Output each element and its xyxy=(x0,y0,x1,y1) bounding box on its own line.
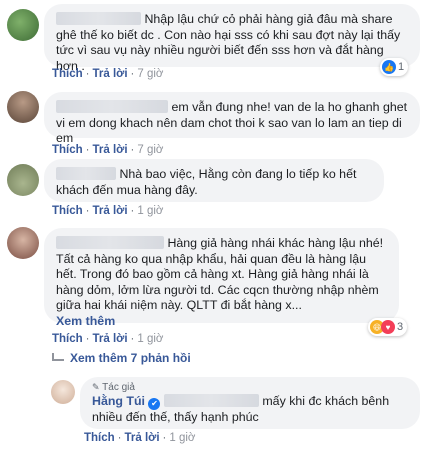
commenter-name[interactable] xyxy=(56,12,141,25)
like-link[interactable]: Thích xyxy=(52,68,83,80)
commenter-name[interactable] xyxy=(56,167,116,180)
comment-actions: Thích · Trả lời · 1 giờ xyxy=(52,333,164,345)
reply-actions: Thích · Trả lời · 1 giờ xyxy=(84,432,196,444)
reaction-count[interactable]: 😆 ♥ 3 xyxy=(368,318,408,336)
commenter-name[interactable] xyxy=(56,236,164,249)
reply-link[interactable]: Trả lời xyxy=(93,205,128,217)
comment-actions: Thích · Trả lời · 7 giờ xyxy=(52,144,164,156)
comment-bubble: Hàng giả hàng nhái khác hàng lậu nhé! Tấ… xyxy=(44,228,399,328)
view-more-replies[interactable]: Xem thêm 7 phản hồi xyxy=(52,351,191,365)
reply-link[interactable]: Trả lời xyxy=(93,68,128,80)
reaction-count[interactable]: 👍 1 xyxy=(380,58,409,76)
comment-bubble: em vẫn đung nhe! van de la ho ghanh ghet… xyxy=(44,92,420,145)
avatar[interactable] xyxy=(7,9,39,41)
like-link[interactable]: Thích xyxy=(84,432,115,444)
tagged-name[interactable] xyxy=(163,394,259,407)
like-link[interactable]: Thích xyxy=(52,205,83,217)
like-link[interactable]: Thích xyxy=(52,144,83,156)
author-badge: ✎ Tác giả xyxy=(92,382,135,393)
see-more-link[interactable]: Xem thêm xyxy=(56,314,387,330)
timestamp[interactable]: 1 giờ xyxy=(137,205,163,217)
timestamp[interactable]: 1 giờ xyxy=(169,432,195,444)
author-name[interactable]: Hằng Túi xyxy=(92,394,145,408)
reply-link[interactable]: Trả lời xyxy=(93,333,128,345)
reply-link[interactable]: Trả lời xyxy=(125,432,160,444)
timestamp[interactable]: 1 giờ xyxy=(137,333,163,345)
timestamp[interactable]: 7 giờ xyxy=(137,144,163,156)
author-avatar[interactable] xyxy=(51,380,75,404)
reply-link[interactable]: Trả lời xyxy=(93,144,128,156)
avatar[interactable] xyxy=(7,227,39,259)
timestamp[interactable]: 7 giờ xyxy=(137,68,163,80)
avatar[interactable] xyxy=(7,91,39,123)
commenter-name[interactable] xyxy=(56,100,168,113)
reply-arrow-icon xyxy=(52,353,64,361)
comment-bubble: Nhà bao việc, Hằng còn đang lo tiếp ko h… xyxy=(44,159,384,202)
comment-actions: Thích · Trả lời · 1 giờ xyxy=(52,205,164,217)
love-reaction-icon: ♥ xyxy=(381,320,395,334)
like-reaction-icon: 👍 xyxy=(382,60,396,74)
comment-actions: Thích · Trả lời · 7 giờ xyxy=(52,68,164,80)
reply-bubble: ✎ Tác giả Hằng Túi ✔ mấy khi đc khách bê… xyxy=(80,377,420,429)
comment-bubble: Nhập lậu chứ cỏ phải hàng giả đâu mà sha… xyxy=(44,4,420,73)
badge-icon: ✎ xyxy=(92,382,100,392)
verified-icon: ✔ xyxy=(148,398,161,410)
like-link[interactable]: Thích xyxy=(52,333,83,345)
avatar[interactable] xyxy=(7,164,39,196)
